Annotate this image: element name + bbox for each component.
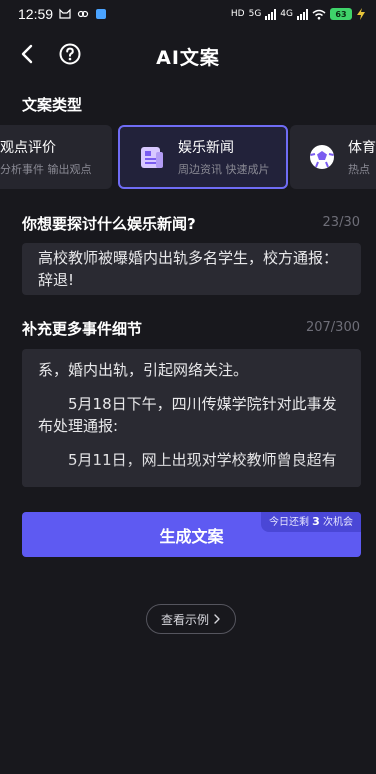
soccer-ball-icon (306, 141, 338, 173)
chevron-right-icon (214, 614, 220, 624)
news-icon (136, 141, 168, 173)
type-card-title: 娱乐新闻 (178, 140, 234, 156)
quota-badge: 今日还剩 3 次机会 (260, 512, 361, 532)
cat-icon (59, 8, 71, 19)
hd-label: HD (230, 9, 245, 19)
5g-label: 5G (248, 9, 262, 19)
type-card-title: 体育 (348, 140, 376, 156)
status-bar: 12:59 HD 5G 4G 63 (0, 0, 376, 28)
type-card-subtitle: 分析事件 输出观点 (0, 163, 92, 176)
type-section-label: 文案类型 (22, 96, 83, 114)
topic-counter: 23/30 (322, 215, 360, 230)
nav-bar: AI文案 (0, 34, 376, 74)
status-left: 12:59 (18, 6, 107, 22)
type-card-opinion[interactable]: 观点评价 分析事件 输出观点 (0, 125, 112, 189)
topic-input-text: 高校教师被曝婚内出轨多名学生，校方通报：辞退! (38, 249, 339, 289)
type-card-row[interactable]: 观点评价 分析事件 输出观点 娱乐新闻 周边资讯 快速成片 体育 热点 (0, 125, 376, 189)
status-right: HD 5G 4G 63 (231, 8, 366, 20)
detail-counter: 207/300 (305, 320, 360, 335)
topic-input[interactable]: 高校教师被曝婚内出轨多名学生，校方通报：辞退! (22, 243, 361, 295)
type-card-subtitle: 周边资讯 快速成片 (178, 163, 270, 176)
signal-icon (265, 8, 277, 20)
topic-label: 你想要探讨什么娱乐新闻? (22, 215, 196, 233)
quota-count: 3 (312, 515, 320, 528)
detail-paragraph: 系，婚内出轨，引起网络关注。 (38, 361, 249, 379)
quota-prefix: 今日还剩 (268, 517, 309, 528)
link-icon (77, 10, 89, 18)
status-time: 12:59 (18, 6, 54, 22)
page-title: AI文案 (156, 47, 220, 69)
wifi-icon (312, 9, 326, 19)
detail-textarea[interactable]: 系，婚内出轨，引起网络关注。 5月18日下午，四川传媒学院针对此事发布处理通报:… (22, 349, 361, 487)
battery-icon: 63 (330, 8, 352, 20)
charging-icon (357, 8, 365, 20)
type-card-title: 观点评价 (0, 140, 56, 156)
generate-button[interactable]: 生成文案 今日还剩 3 次机会 (22, 512, 361, 557)
4g-label: 4G (280, 9, 293, 19)
type-card-sports[interactable]: 体育 热点 (290, 125, 376, 189)
view-example-label: 查看示例 (160, 612, 209, 627)
detail-label: 补充更多事件细节 (22, 320, 143, 338)
signal-icon-2 (297, 8, 308, 20)
view-example-button[interactable]: 查看示例 (146, 604, 236, 634)
type-card-entertainment[interactable]: 娱乐新闻 周边资讯 快速成片 (118, 125, 288, 189)
generate-button-label: 生成文案 (159, 526, 224, 546)
type-card-subtitle: 热点 (348, 163, 370, 176)
detail-paragraph: 5月18日下午，四川传媒学院针对此事发布处理通报: (38, 395, 337, 435)
quota-suffix: 次机会 (323, 517, 353, 528)
app-notification-icon (96, 9, 107, 19)
scroll-fade (22, 461, 361, 487)
